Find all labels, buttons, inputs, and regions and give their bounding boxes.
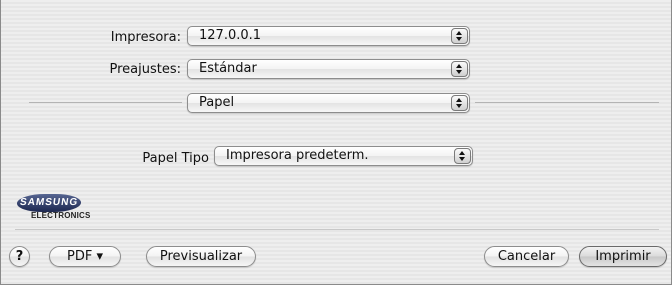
paper-type-label: Papel Tipo — [142, 151, 209, 166]
footer-separator — [15, 229, 659, 230]
paper-type-value: Impresora predeterm. — [226, 148, 369, 163]
help-icon[interactable]: ? — [9, 246, 30, 267]
presets-value: Estándar — [199, 61, 257, 76]
section-popup[interactable]: Papel — [187, 93, 470, 113]
preview-button[interactable]: Previsualizar — [146, 246, 256, 267]
printer-label: Impresora: — [110, 30, 181, 45]
section-value: Papel — [199, 95, 235, 110]
popup-arrows-icon — [454, 148, 471, 164]
popup-arrows-icon — [451, 61, 468, 77]
logo-subtitle: ELECTRONICS — [31, 211, 91, 220]
printer-value: 127.0.0.1 — [199, 28, 262, 43]
pdf-button[interactable]: PDF ▾ — [49, 246, 121, 267]
popup-arrows-icon — [451, 28, 468, 44]
print-dialog: Impresora: 127.0.0.1 Preajustes: Estánda… — [0, 0, 672, 285]
separator-right — [475, 102, 659, 103]
printer-popup[interactable]: 127.0.0.1 — [187, 26, 470, 46]
separator-left — [29, 102, 182, 103]
paper-type-popup[interactable]: Impresora predeterm. — [214, 146, 473, 166]
samsung-logo: SAMSUNG — [15, 194, 83, 212]
cancel-button[interactable]: Cancelar — [484, 246, 569, 267]
presets-label: Preajustes: — [109, 62, 181, 77]
popup-arrows-icon — [451, 95, 468, 111]
presets-popup[interactable]: Estándar — [187, 59, 470, 79]
print-button[interactable]: Imprimir — [579, 246, 667, 267]
logo-brand: SAMSUNG — [19, 197, 79, 208]
